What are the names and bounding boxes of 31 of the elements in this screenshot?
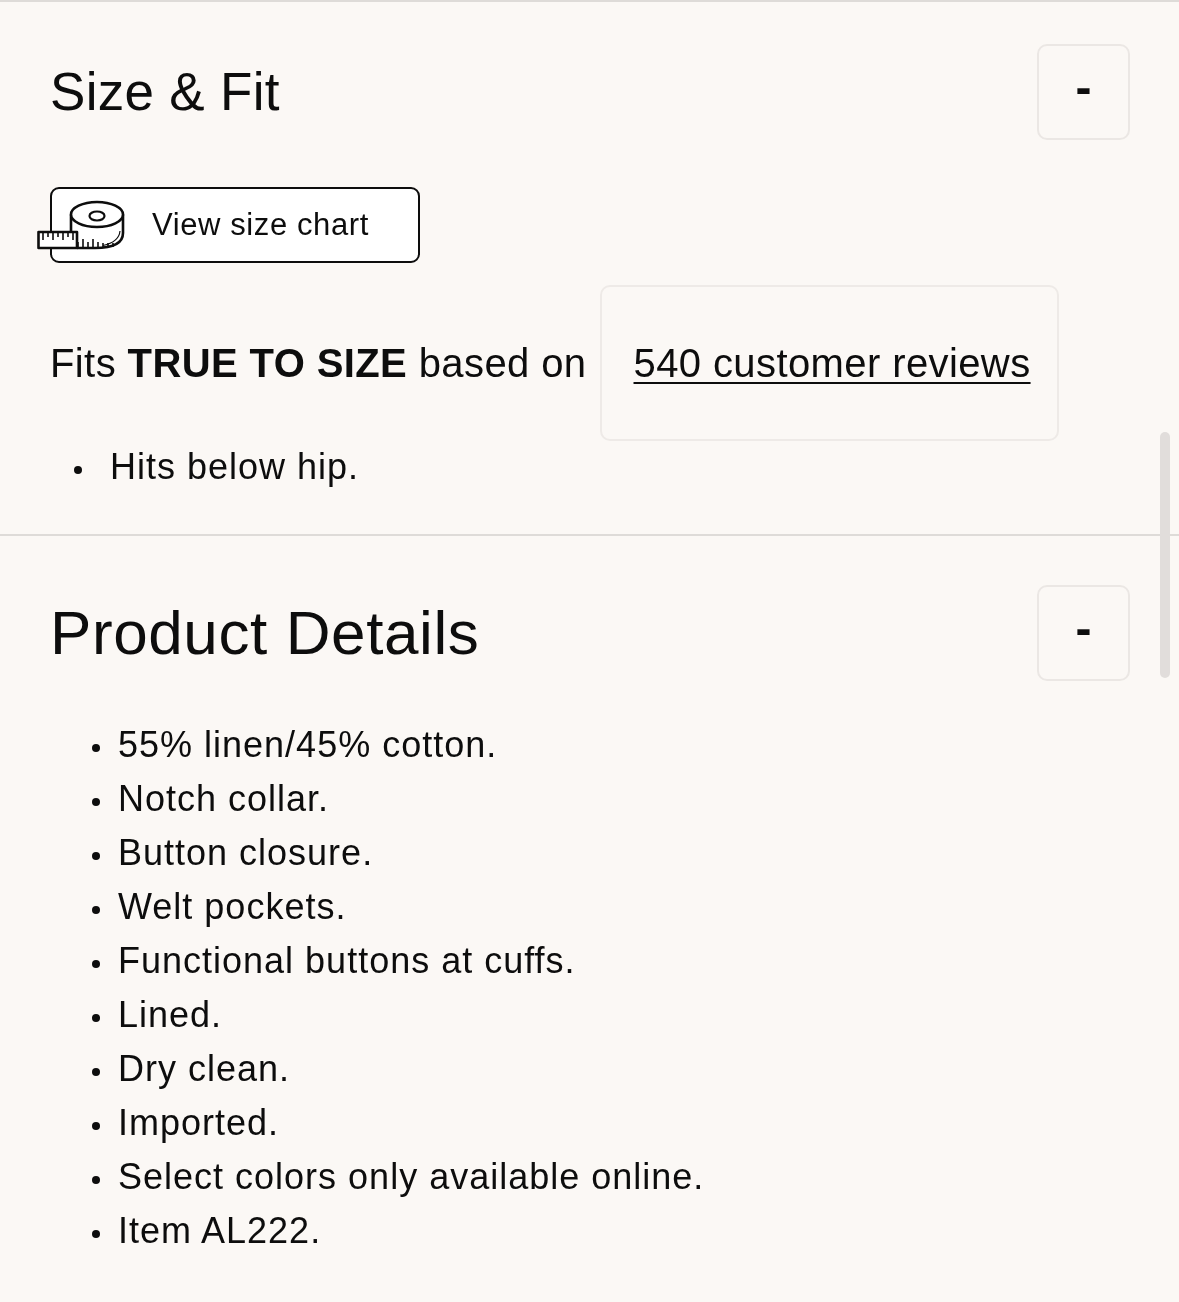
bullet-icon	[92, 1068, 100, 1076]
bullet-icon	[92, 744, 100, 752]
bullet-text: Lined.	[118, 993, 223, 1037]
size-chart-button[interactable]: View size chart	[50, 187, 420, 263]
bullet-text: Select colors only available online.	[118, 1155, 705, 1199]
bullet-icon	[92, 1230, 100, 1238]
reviews-link[interactable]: 540 customer reviews	[599, 285, 1059, 441]
bullet-icon	[92, 906, 100, 914]
bullet-icon	[74, 466, 82, 474]
fit-note: Fits TRUE TO SIZE based on	[50, 340, 587, 387]
bullet-icon	[92, 852, 100, 860]
bullet-text: Button closure.	[118, 831, 374, 875]
section-heading: Product Details	[50, 596, 480, 669]
measuring-tape-icon	[37, 200, 125, 250]
bullet-icon	[92, 960, 100, 968]
bullet-text: Functional buttons at cuffs.	[118, 939, 576, 983]
collapse-button[interactable]: -	[1037, 585, 1130, 681]
bullet-icon	[92, 1176, 100, 1184]
bullet-icon	[92, 1122, 100, 1130]
bullet-text: Imported.	[118, 1101, 280, 1145]
collapse-button[interactable]: -	[1037, 44, 1130, 140]
bullet-text: Dry clean.	[118, 1047, 291, 1091]
bullet-text: Item AL222.	[118, 1209, 322, 1253]
bullet-text: Hits below hip.	[110, 445, 360, 489]
section-heading: Size & Fit	[50, 61, 280, 124]
bullet-icon	[92, 1014, 100, 1022]
bullet-text: Welt pockets.	[118, 885, 347, 929]
scrollbar-thumb[interactable]	[1160, 432, 1170, 678]
bullet-text: 55% linen/45% cotton.	[118, 723, 498, 767]
bullet-icon	[92, 798, 100, 806]
bullet-text: Notch collar.	[118, 777, 330, 821]
